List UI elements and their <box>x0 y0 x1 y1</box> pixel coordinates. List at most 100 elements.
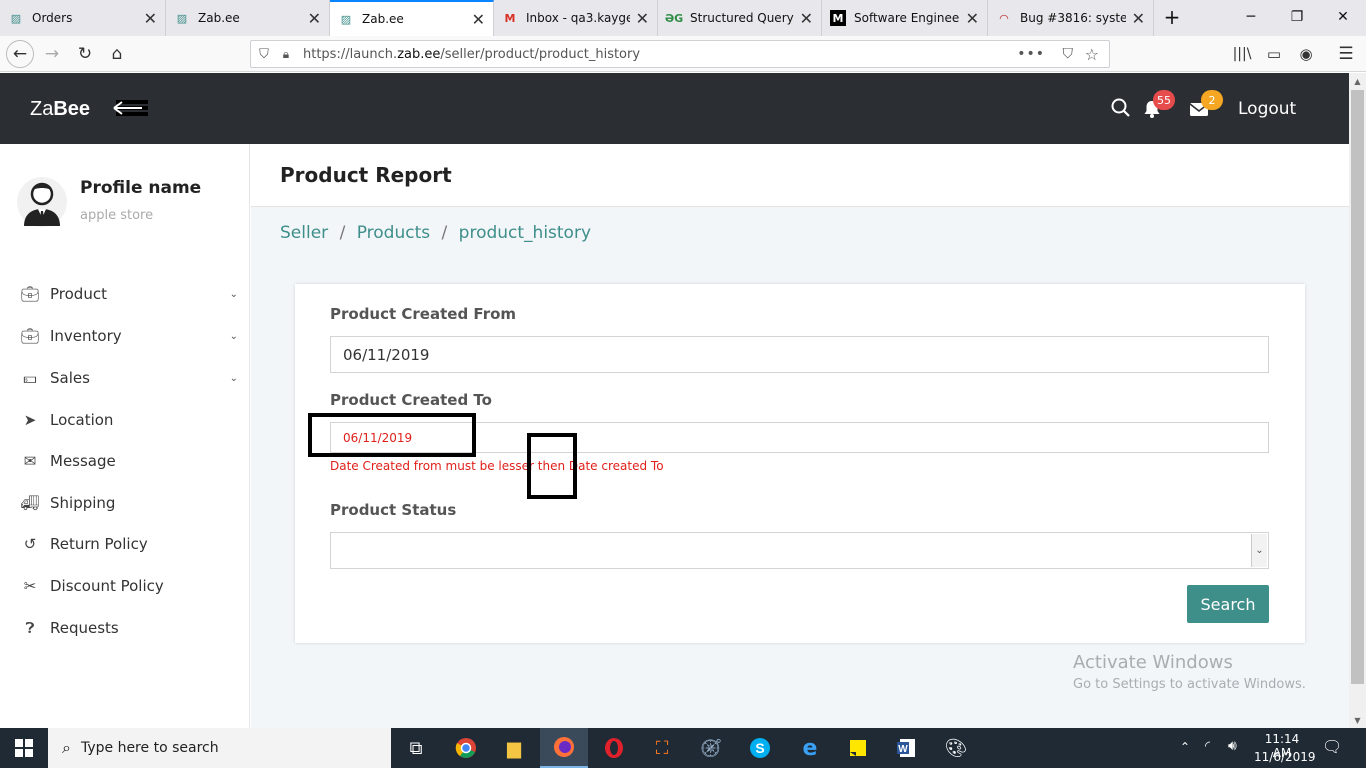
pocket-icon[interactable]: ⛉ <box>1063 46 1074 62</box>
scroll-down-icon[interactable]: ▼ <box>1349 712 1366 728</box>
close-tab-icon[interactable]: ✕ <box>1132 9 1145 28</box>
tab-title: Inbox - qa3.kaygees <box>526 11 630 25</box>
activate-windows-subtitle: Go to Settings to activate Windows. <box>1073 677 1306 692</box>
tab-title: Zab.ee <box>362 12 404 26</box>
url-text[interactable]: https://launch.zab.ee/seller/product/pro… <box>303 47 640 62</box>
sticky-notes-icon[interactable] <box>834 728 882 768</box>
tab-title: Structured Query La <box>690 11 794 25</box>
tab-title: Bug #3816: system <box>1020 11 1126 25</box>
close-tab-icon[interactable]: ✕ <box>144 9 157 28</box>
tray-overflow-chevron-icon[interactable]: ⌃ <box>1180 740 1190 754</box>
created-to-label: Product Created To <box>330 391 492 409</box>
reload-icon[interactable]: ↻ <box>71 40 99 68</box>
network-icon[interactable]: ◜ <box>1205 739 1210 754</box>
search-button[interactable]: Search <box>1187 585 1269 623</box>
sidebar-item-message[interactable]: ✉ Message <box>18 449 238 473</box>
logout-link[interactable]: Logout <box>1238 99 1296 119</box>
product-report-form: Product Created From 06/11/2019 Product … <box>295 284 1305 643</box>
url-path: /seller/product/product_history <box>440 46 641 62</box>
svg-text:S: S <box>755 740 764 756</box>
breadcrumb-seller[interactable]: Seller <box>280 223 328 243</box>
skype-icon[interactable]: S <box>736 728 784 768</box>
redmine-icon: ◠ <box>999 11 1009 25</box>
windows-taskbar: ⌕ Type here to search ⧉ ▆ ⛶ 🧭︎ S e W 🎨︎ … <box>0 728 1366 768</box>
sidebar-item-sales[interactable]: 💵︎ Sales ⌄ <box>18 366 238 390</box>
word-icon[interactable]: W <box>882 728 930 768</box>
scroll-up-icon[interactable]: ▲ <box>1349 73 1366 89</box>
close-tab-icon[interactable]: ✕ <box>308 9 321 28</box>
taskbar-search-box[interactable]: ⌕ Type here to search <box>48 728 391 768</box>
back-arrow-icon[interactable]: ← <box>6 40 34 68</box>
browser-tab[interactable]: ƏG Structured Query La ✕ <box>658 0 822 36</box>
undo-icon: ↺ <box>23 535 37 553</box>
sidebar-item-label: Message <box>50 452 116 470</box>
library-icon[interactable]: |||\ <box>1228 40 1256 68</box>
close-tab-icon[interactable]: ✕ <box>472 10 485 29</box>
sidebar-item-inventory[interactable]: 💼︎ Inventory ⌄ <box>18 324 238 348</box>
file-explorer-icon[interactable]: ▆ <box>490 728 538 768</box>
page-scrollbar[interactable]: ▲ ▼ <box>1349 73 1366 728</box>
medium-icon: M <box>830 10 846 26</box>
breadcrumb-product-history[interactable]: product_history <box>459 223 591 243</box>
restore-button[interactable]: ❐ <box>1274 0 1320 34</box>
profile-name: Profile name <box>80 178 202 198</box>
bookmark-star-icon[interactable]: ☆ <box>1085 45 1099 64</box>
search-icon[interactable] <box>1110 97 1132 119</box>
browser-tab[interactable]: ▨ Orders ✕ <box>0 0 166 36</box>
close-tab-icon[interactable]: ✕ <box>636 9 649 28</box>
sidebar-item-location[interactable]: ➤ Location <box>18 408 238 432</box>
windows-start-icon[interactable] <box>0 728 48 768</box>
truck-icon: 🚚︎ <box>20 494 40 512</box>
close-window-button[interactable]: ✕ <box>1320 0 1366 34</box>
browser-tab[interactable]: ◠ Bug #3816: system ✕ <box>988 0 1154 36</box>
page-actions-icon[interactable]: ••• <box>1017 46 1045 62</box>
paint-icon[interactable]: 🎨︎ <box>932 728 980 768</box>
annotation-box <box>527 433 577 499</box>
account-icon[interactable]: ◉ <box>1292 40 1320 68</box>
xampp-icon[interactable]: ⛶ <box>638 728 686 768</box>
browser-tab[interactable]: M Inbox - qa3.kaygees ✕ <box>494 0 658 36</box>
lock-icon[interactable]: 🔒︎ <box>277 47 295 62</box>
shield-icon[interactable]: ⛉ <box>251 47 277 62</box>
browser-tab[interactable]: M Software Engineerin ✕ <box>822 0 988 36</box>
browser-tab[interactable]: ▨ Zab.ee ✕ <box>166 0 330 36</box>
notification-center-icon[interactable]: 🗨︎ <box>1322 737 1342 756</box>
chevron-down-icon[interactable]: ⌄ <box>1251 534 1267 567</box>
close-tab-icon[interactable]: ✕ <box>966 9 979 28</box>
sidebar-item-label: Inventory <box>50 327 122 345</box>
volume-icon[interactable]: 🔊︎ <box>1228 738 1237 754</box>
sidebar-item-shipping[interactable]: 🚚︎ Shipping <box>18 491 238 515</box>
url-bar[interactable]: ⛉ 🔒︎ https://launch.zab.ee/seller/produc… <box>250 40 1110 68</box>
product-status-label: Product Status <box>330 501 457 519</box>
envelope-icon: ✉ <box>23 452 37 470</box>
sidebar-item-requests[interactable]: ❓︎ Requests <box>18 616 238 640</box>
zabee-logo[interactable]: ZaBee <box>30 98 90 121</box>
logo-light-text: Za <box>30 98 54 120</box>
product-status-select[interactable]: ⌄ <box>330 532 1269 569</box>
sidebar-item-discount-policy[interactable]: ✂ Discount Policy <box>18 574 238 598</box>
chrome-icon[interactable] <box>442 728 490 768</box>
url-prefix: https://launch. <box>303 46 398 62</box>
opera-icon[interactable] <box>590 728 638 768</box>
safari-compass-icon[interactable]: 🧭︎ <box>687 728 735 768</box>
edge-icon[interactable]: e <box>786 728 834 768</box>
task-view-icon[interactable]: ⧉ <box>392 728 440 768</box>
breadcrumb-products[interactable]: Products <box>357 223 430 243</box>
forward-arrow-icon[interactable]: → <box>38 40 66 68</box>
sidebar-toggle-icon[interactable]: ▭ <box>1260 40 1288 68</box>
scrollbar-thumb[interactable] <box>1351 90 1364 684</box>
browser-tab-active[interactable]: ▨ Zab.ee ✕ <box>330 0 494 36</box>
close-tab-icon[interactable]: ✕ <box>800 9 813 28</box>
home-icon[interactable]: ⌂ <box>103 40 131 68</box>
menu-icon[interactable]: ☰ <box>1332 40 1360 68</box>
menu-toggle-icon[interactable] <box>112 99 148 117</box>
sidebar-item-return-policy[interactable]: ↺ Return Policy <box>18 532 238 556</box>
breadcrumb-separator: / <box>441 223 448 243</box>
clock-date[interactable]: 11/6/2019 <box>1254 750 1316 764</box>
sidebar-item-product[interactable]: 💼︎ Product ⌄ <box>18 282 238 306</box>
firefox-icon[interactable] <box>540 728 588 768</box>
sidebar-item-label: Shipping <box>50 494 116 512</box>
minimize-button[interactable]: ─ <box>1228 0 1274 34</box>
created-from-date-input[interactable]: 06/11/2019 <box>330 336 1269 373</box>
new-tab-button[interactable]: + <box>1154 0 1190 34</box>
